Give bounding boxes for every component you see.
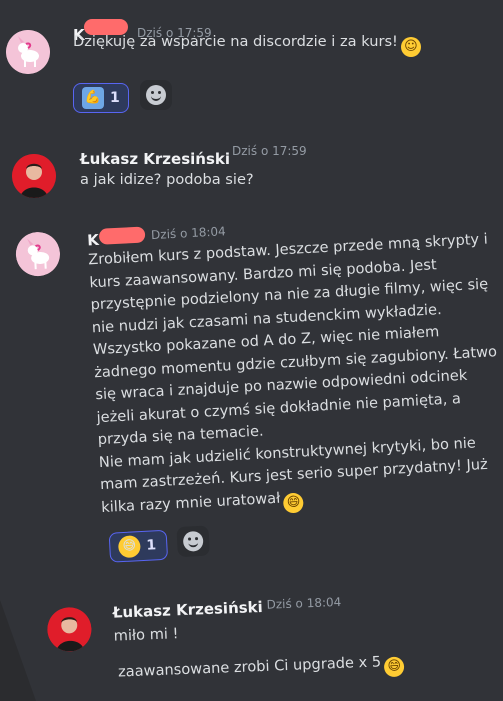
flexed-biceps-icon: 💪 — [82, 87, 104, 109]
unicorn-avatar[interactable] — [6, 30, 50, 74]
reaction-button[interactable]: 😅 1 — [108, 529, 169, 563]
username[interactable]: K — [87, 231, 100, 250]
add-reaction-button[interactable] — [176, 525, 210, 558]
add-reaction-button[interactable] — [140, 80, 172, 110]
user-avatar[interactable] — [12, 154, 56, 198]
message-text: Dziękuję za wsparcie na discordzie i za … — [73, 31, 421, 57]
grinning-face-icon: 😄 — [383, 656, 405, 678]
reaction-count: 1 — [145, 537, 157, 554]
smile-icon — [146, 85, 166, 105]
reaction-count: 1 — [110, 90, 120, 106]
redaction-mark — [98, 226, 146, 245]
message-text: a jak idize? podoba sie? — [80, 171, 254, 188]
message-text: Zrobiłem kurs z podstaw. Jeszcze przede … — [88, 228, 503, 522]
grinning-sweat-face-icon: 😅 — [117, 535, 141, 559]
username[interactable]: Łukasz Krzesiński — [80, 150, 230, 168]
slightly-smiling-face-icon: ☺ — [400, 37, 421, 57]
timestamp: Dziś o 18:04 — [266, 594, 342, 612]
timestamp: Dziś o 17:59 — [232, 144, 307, 158]
reaction-button[interactable]: 💪 1 — [73, 83, 129, 113]
smile-icon — [182, 530, 204, 552]
message-line: Dziękuję za wsparcie na discordzie i za … — [73, 33, 398, 50]
message-line: miło mi ! — [113, 625, 179, 645]
grinning-face-icon: 😄 — [283, 492, 305, 514]
